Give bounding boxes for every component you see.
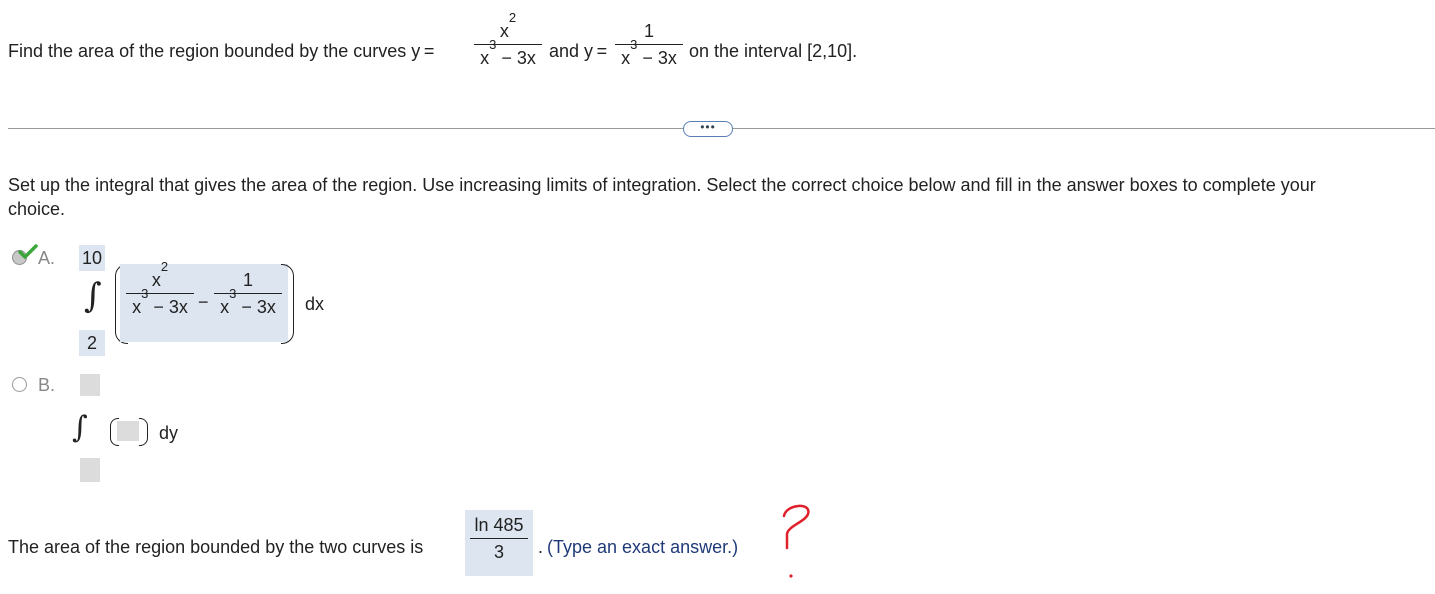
upper-limit-box[interactable]: 10 bbox=[79, 245, 105, 271]
question-and-text: and y = bbox=[549, 41, 608, 61]
fraction-bar bbox=[474, 44, 542, 45]
answer-denominator: 3 bbox=[493, 542, 504, 562]
answer-prefix: The area of the region bounded by the tw… bbox=[8, 537, 424, 557]
integral-sign: ∫ bbox=[72, 410, 88, 445]
fraction-denominator: x3 − 3x bbox=[220, 286, 276, 317]
upper-limit-box-empty[interactable] bbox=[80, 374, 100, 396]
fraction-numerator: x2 bbox=[499, 10, 517, 41]
integrand-fraction-1: x2 x3 − 3x bbox=[126, 259, 194, 317]
choice-a-label: A. bbox=[38, 248, 56, 268]
fraction-bar bbox=[470, 538, 528, 539]
answer-numerator: ln 485 bbox=[474, 515, 524, 535]
show-more-button[interactable]: ••• bbox=[683, 121, 733, 137]
choice-b-label: B. bbox=[38, 375, 56, 395]
integral-sign: ∫ bbox=[84, 276, 102, 316]
fraction-denominator: x3 − 3x bbox=[480, 37, 536, 68]
question-fraction-1: x2 x3 − 3x bbox=[474, 10, 542, 68]
differential-dx: dx bbox=[305, 294, 325, 314]
answer-period: . bbox=[538, 537, 544, 557]
differential-dy: dy bbox=[159, 423, 179, 443]
choice-b-radio[interactable] bbox=[12, 377, 27, 392]
check-icon bbox=[18, 244, 38, 259]
lower-limit-box-empty[interactable] bbox=[80, 458, 100, 482]
fraction-denominator: x3 − 3x bbox=[621, 37, 677, 68]
question-fraction-2: 1 x3 − 3x bbox=[615, 21, 683, 68]
fraction-bar bbox=[214, 293, 282, 294]
fraction-denominator: x3 − 3x bbox=[132, 286, 188, 317]
fraction-bar bbox=[126, 293, 194, 294]
question-suffix: on the interval [2,10]. bbox=[689, 41, 858, 61]
fraction-numerator: 1 bbox=[242, 270, 253, 290]
fraction-numerator: 1 bbox=[643, 21, 654, 41]
integrand-fraction-2: 1 x3 − 3x bbox=[214, 270, 282, 317]
question-prefix: Find the area of the region bounded by t… bbox=[8, 41, 435, 61]
lower-limit-box[interactable]: 2 bbox=[79, 330, 105, 356]
instruction-line-1: Set up the integral that gives the area … bbox=[8, 175, 1316, 195]
answer-hint: (Type an exact answer.) bbox=[547, 537, 739, 557]
answer-fraction: ln 485 3 bbox=[470, 515, 528, 562]
minus-sign: − bbox=[198, 292, 209, 312]
question-mark-annotation-icon bbox=[782, 504, 810, 578]
right-paren bbox=[281, 264, 294, 344]
integrand-box-empty[interactable] bbox=[117, 421, 139, 441]
fraction-bar bbox=[615, 44, 683, 45]
fraction-numerator: x2 bbox=[151, 259, 169, 290]
right-paren bbox=[139, 418, 148, 446]
instruction-line-2: choice. bbox=[8, 199, 66, 219]
